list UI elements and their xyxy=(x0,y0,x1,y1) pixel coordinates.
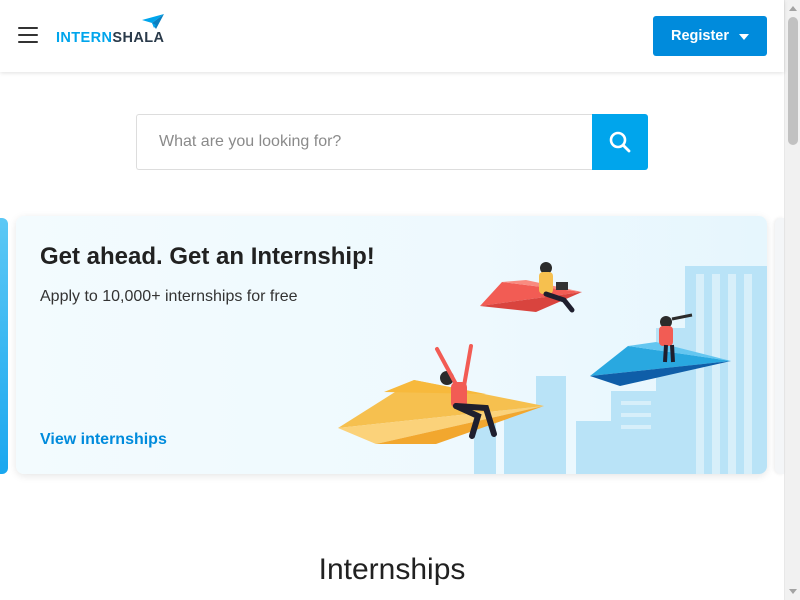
page-scrollbar[interactable] xyxy=(784,0,800,600)
carousel-previous-slide[interactable] xyxy=(0,218,8,474)
scrollbar-thumb[interactable] xyxy=(788,17,798,145)
scroll-up-arrow-icon[interactable] xyxy=(789,6,797,11)
view-internships-link[interactable]: View internships xyxy=(40,431,167,449)
paper-plane-icon xyxy=(142,14,164,29)
hamburger-menu-icon[interactable] xyxy=(18,27,38,43)
top-navbar: INTERNSHALA Register xyxy=(0,0,784,72)
carousel-next-slide[interactable] xyxy=(775,218,784,474)
search-icon xyxy=(609,131,631,153)
internshala-logo[interactable]: INTERNSHALA xyxy=(56,14,176,48)
hero-banner: Get ahead. Get an Internship! Apply to 1… xyxy=(16,216,767,474)
banner-title: Get ahead. Get an Internship! xyxy=(40,243,375,270)
banner-subtitle: Apply to 10,000+ internships for free xyxy=(40,288,298,305)
register-label: Register xyxy=(670,28,730,44)
internships-section-title: Internships xyxy=(318,553,466,586)
register-button[interactable]: Register xyxy=(653,16,767,56)
chevron-down-icon xyxy=(739,34,750,40)
scroll-down-arrow-icon[interactable] xyxy=(789,589,797,594)
logo-wordmark: INTERNSHALA xyxy=(56,30,165,46)
search-input[interactable] xyxy=(136,114,592,170)
search-button[interactable] xyxy=(592,114,648,170)
search-bar xyxy=(136,114,648,170)
